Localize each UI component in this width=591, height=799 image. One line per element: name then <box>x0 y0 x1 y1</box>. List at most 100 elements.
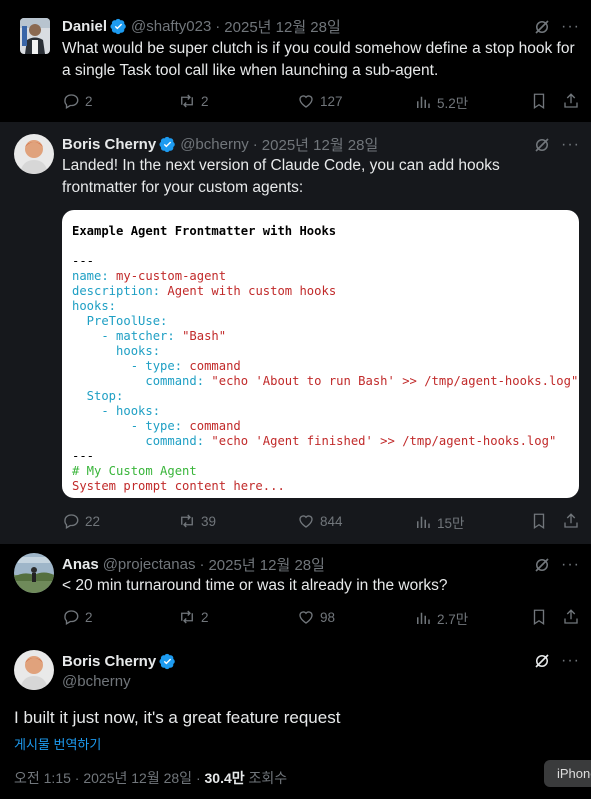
author-name[interactable]: Boris Cherny <box>62 653 156 670</box>
post-time[interactable]: 오전 1:15 · 2025년 12월 28일 <box>14 770 192 786</box>
repost-button[interactable]: 2 <box>178 608 209 626</box>
code-key: - type: <box>72 419 190 433</box>
code-value: Agent with custom hooks <box>167 284 337 298</box>
code-key: hooks: <box>72 299 117 313</box>
code-line: - type: command <box>72 359 569 374</box>
views-button[interactable]: 5.2만 <box>414 92 468 112</box>
author-handle-row: @bcherny <box>62 671 131 691</box>
verified-badge-icon <box>159 653 175 669</box>
more-icon[interactable]: ··· <box>561 18 579 36</box>
tweet-meta: 오전 1:15 · 2025년 12월 28일 · 30.4만 조회수 <box>14 768 287 788</box>
tweet-anas[interactable]: Anas @projectanas · 2025년 12월 28일 ··· < … <box>0 544 591 644</box>
author-name[interactable]: Anas <box>62 556 99 573</box>
repost-button[interactable]: 2 <box>178 92 209 110</box>
like-count: 127 <box>320 93 343 109</box>
bookmark-icon[interactable] <box>530 92 548 110</box>
views-button[interactable]: 2.7만 <box>414 608 468 628</box>
code-value: my-custom-agent <box>116 269 227 283</box>
like-button[interactable]: 98 <box>297 608 335 626</box>
repost-icon <box>181 94 193 108</box>
grok-icon[interactable] <box>533 136 551 154</box>
tweet-header: Anas @projectanas · 2025년 12월 28일 <box>62 554 325 574</box>
repost-count: 39 <box>201 513 217 529</box>
author-name[interactable]: Daniel <box>62 18 107 35</box>
share-icon[interactable] <box>562 92 580 110</box>
view-count: 30.4만 <box>204 770 245 786</box>
like-count: 844 <box>320 513 343 529</box>
view-label: 조회수 <box>248 770 288 786</box>
timestamp[interactable]: 2025년 12월 28일 <box>224 16 340 37</box>
code-value: --- <box>72 254 95 268</box>
code-block: --- name: my-custom-agent description: Age… <box>72 254 578 494</box>
repost-icon <box>181 514 193 528</box>
code-line: System prompt content here... <box>72 479 569 494</box>
code-value: # My Custom Agent <box>72 464 197 478</box>
share-icon[interactable] <box>562 608 580 626</box>
views-count: 15만 <box>437 516 465 531</box>
like-icon <box>299 515 313 528</box>
views-button[interactable]: 15만 <box>414 512 464 532</box>
timestamp[interactable]: 2025년 12월 28일 <box>208 554 324 575</box>
reply-icon <box>64 610 79 625</box>
more-icon[interactable]: ··· <box>561 652 579 670</box>
reply-button[interactable]: 2 <box>62 92 93 110</box>
tweet-boris-reply[interactable]: Boris Cherny @bcherny · 2025년 12월 28일 ··… <box>0 122 591 544</box>
like-icon <box>299 611 313 624</box>
avatar[interactable] <box>20 18 50 54</box>
code-line: description: Agent with custom hooks <box>72 284 569 299</box>
reply-button[interactable]: 2 <box>62 608 93 626</box>
views-count: 5.2만 <box>437 96 469 111</box>
code-value: System prompt content here... <box>72 479 285 493</box>
code-key: hooks: <box>72 344 161 358</box>
code-value: "Bash" <box>182 329 227 343</box>
grok-icon[interactable] <box>533 652 551 670</box>
code-line: - hooks: <box>72 404 569 419</box>
author-handle[interactable]: @projectanas <box>103 556 196 573</box>
repost-count: 2 <box>201 609 209 625</box>
code-line: - type: command <box>72 419 569 434</box>
author-name[interactable]: Boris Cherny <box>62 136 156 153</box>
like-button[interactable]: 127 <box>297 92 343 110</box>
code-key: - matcher: <box>72 329 183 343</box>
avatar[interactable] <box>14 650 54 690</box>
author-handle[interactable]: @bcherny <box>180 136 249 153</box>
code-line: name: my-custom-agent <box>72 269 569 284</box>
grok-icon[interactable] <box>533 18 551 36</box>
bookmark-icon[interactable] <box>530 512 548 530</box>
verified-badge-icon <box>110 18 126 34</box>
author-handle[interactable]: @bcherny <box>62 673 131 690</box>
author-handle[interactable]: @shafty023 <box>131 18 211 35</box>
reply-icon <box>64 514 79 529</box>
grok-icon[interactable] <box>533 556 551 574</box>
bookmark-icon[interactable] <box>530 608 548 626</box>
more-icon[interactable]: ··· <box>561 556 579 574</box>
code-line: --- <box>72 449 569 464</box>
avatar[interactable] <box>14 553 54 593</box>
reply-button[interactable]: 22 <box>62 512 100 530</box>
translate-link[interactable]: 게시물 번역하기 <box>14 734 101 753</box>
separator: · <box>199 555 205 573</box>
tweet-daniel[interactable]: Daniel @shafty023 · 2025년 12월 28일 ··· Wh… <box>0 0 591 122</box>
tweet-header: Daniel @shafty023 · 2025년 12월 28일 <box>62 16 341 36</box>
iphone-overlay[interactable]: iPhone <box>544 760 591 787</box>
code-value: "echo 'About to run Bash' >> /tmp/agent-… <box>211 374 579 388</box>
code-line: PreToolUse: <box>72 314 569 329</box>
author-header: Boris Cherny <box>62 651 180 671</box>
code-key: - hooks: <box>72 404 161 418</box>
like-button[interactable]: 844 <box>297 512 343 530</box>
more-icon[interactable]: ··· <box>561 136 579 154</box>
repost-count: 2 <box>201 93 209 109</box>
repost-button[interactable]: 39 <box>178 512 216 530</box>
views-icon <box>417 612 430 624</box>
tweet-header: Boris Cherny @bcherny · 2025년 12월 28일 <box>62 134 378 154</box>
tweet-text: < 20 min turnaround time or was it alrea… <box>62 577 448 594</box>
verified-badge-icon <box>159 136 175 152</box>
code-line: --- <box>72 254 569 269</box>
timestamp[interactable]: 2025년 12월 28일 <box>262 134 378 155</box>
code-line: command: "echo 'About to run Bash' >> /t… <box>72 374 578 389</box>
code-key: command: <box>72 434 212 448</box>
tweet-text: Landed! In the next version of Claude Co… <box>62 157 500 196</box>
avatar[interactable] <box>14 134 54 174</box>
code-image[interactable]: Example Agent Frontmatter with Hooks ---… <box>62 210 579 498</box>
share-icon[interactable] <box>562 512 580 530</box>
